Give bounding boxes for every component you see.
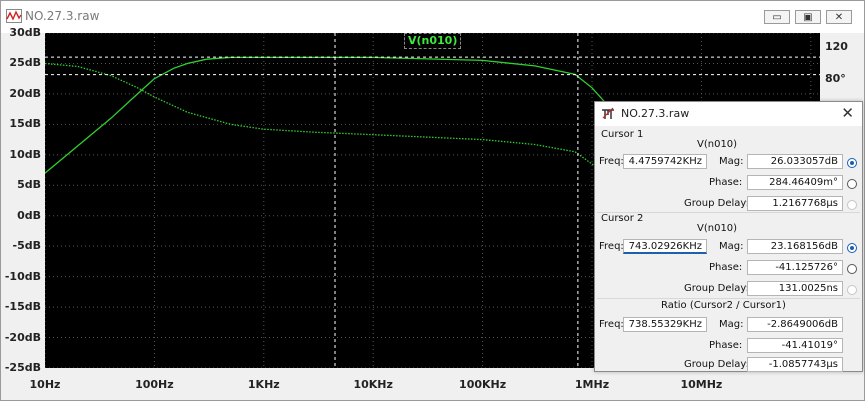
- ratio-phase-field[interactable]: -41.41019°: [747, 338, 843, 353]
- y-tick-label: -10dB: [4, 269, 41, 283]
- cursor1-freq-field[interactable]: 4.4759742KHz: [623, 154, 707, 169]
- ratio-gd-field[interactable]: -1.0857743µs: [747, 357, 843, 372]
- cursor-dialog: NO.27.3.raw ✕ Cursor 1 V(n010) Freq: 4.4…: [594, 101, 863, 372]
- ratio-freq-label: Freq:: [599, 319, 624, 330]
- x-tick-label: 10Hz: [29, 378, 61, 391]
- dialog-close-icon[interactable]: ✕: [841, 104, 854, 122]
- trace-label[interactable]: V(n010): [404, 33, 462, 49]
- y-tick-label: 0dB: [17, 208, 41, 222]
- cursor2-signal: V(n010): [697, 223, 738, 234]
- title-bar[interactable]: NO.27.3.raw ▭ ▣ ✕: [1, 1, 864, 33]
- y-tick-label: 10dB: [9, 147, 41, 161]
- ratio-header: Ratio (Cursor2 / Cursor1): [661, 300, 786, 311]
- cursor2-mag-field[interactable]: 23.168156dB: [747, 239, 843, 254]
- x-tick-label: 100KHz: [459, 378, 507, 391]
- y-tick-label: -20dB: [4, 330, 41, 344]
- cursor1-phase-field[interactable]: 284.46409m°: [747, 175, 843, 190]
- minimize-button[interactable]: ▭: [764, 10, 790, 24]
- cursor1-phase-label: Phase:: [709, 177, 743, 188]
- dialog-title: NO.27.3.raw: [621, 107, 690, 120]
- x-tick-label: 10MHz: [680, 378, 723, 391]
- cursor1-mag-label: Mag:: [719, 156, 744, 167]
- dialog-title-bar[interactable]: NO.27.3.raw ✕: [595, 102, 862, 126]
- cursor2-mag-radio[interactable]: [847, 243, 857, 253]
- restore-button[interactable]: ▣: [795, 10, 821, 24]
- cursor1-gd-label: Group Delay:: [684, 198, 749, 209]
- y-tick-label: 5dB: [17, 178, 41, 192]
- ratio-mag-label: Mag:: [719, 319, 744, 330]
- cursor1-phase-radio[interactable]: [847, 179, 857, 189]
- divider: [597, 298, 860, 299]
- cursor2-gd-label: Group Delay:: [684, 283, 749, 294]
- x-tick-label: 10KHz: [353, 378, 393, 391]
- dialog-app-icon: [602, 107, 614, 119]
- cursor2-freq-field[interactable]: 743.02926KHz: [623, 239, 707, 254]
- ratio-phase-label: Phase:: [709, 340, 743, 351]
- waveform-app-icon: [6, 9, 22, 23]
- cursor1-signal: V(n010): [697, 139, 738, 150]
- y-tick-label: -15dB: [4, 300, 41, 314]
- close-icon: ✕: [834, 11, 844, 23]
- cursor2-gd-field[interactable]: 131.0025ns: [747, 281, 843, 296]
- x-tick-label: 1KHz: [247, 378, 280, 391]
- cursor2-gd-radio: [847, 285, 857, 295]
- cursor1-header: Cursor 1: [601, 129, 644, 140]
- y-tick-label: -5dB: [12, 239, 41, 253]
- x-tick-label: 1MHz: [574, 378, 610, 391]
- window-title: NO.27.3.raw: [25, 9, 100, 23]
- ratio-freq-field[interactable]: 738.55329KHz: [623, 317, 707, 332]
- restore-icon: ▣: [803, 11, 813, 23]
- y-tick-label: 20dB: [9, 86, 41, 100]
- cursor2-phase-radio[interactable]: [847, 264, 857, 274]
- ratio-mag-field[interactable]: -2.8649006dB: [747, 317, 843, 332]
- x-tick-label: 100Hz: [135, 378, 174, 391]
- cursor1-gd-radio: [847, 200, 857, 210]
- waveform-window: NO.27.3.raw ▭ ▣ ✕ 30dB 25dB 20dB 15dB 10dB 5d…: [0, 0, 865, 401]
- y-tick-label: 15dB: [9, 117, 41, 131]
- cursor2-phase-label: Phase:: [709, 262, 743, 273]
- minimize-icon: ▭: [772, 11, 782, 23]
- cursor2-header: Cursor 2: [601, 213, 644, 224]
- ratio-gd-label: Group Delay:: [684, 359, 749, 370]
- cursor1-mag-field[interactable]: 26.033057dB: [747, 154, 843, 169]
- y-tick-label: 25dB: [9, 56, 41, 70]
- cursor1-gd-field[interactable]: 1.2167768µs: [747, 196, 843, 211]
- y-tick-label: -25dB: [4, 361, 41, 374]
- cursor1-mag-radio[interactable]: [847, 158, 857, 168]
- y-tick-label: 30dB: [9, 26, 41, 39]
- cursor2-phase-field[interactable]: -41.125726°: [747, 260, 843, 275]
- cursor2-freq-label: Freq:: [599, 241, 624, 252]
- cursor1-freq-label: Freq:: [599, 156, 624, 167]
- close-button[interactable]: ✕: [826, 10, 852, 24]
- cursor2-mag-label: Mag:: [719, 241, 744, 252]
